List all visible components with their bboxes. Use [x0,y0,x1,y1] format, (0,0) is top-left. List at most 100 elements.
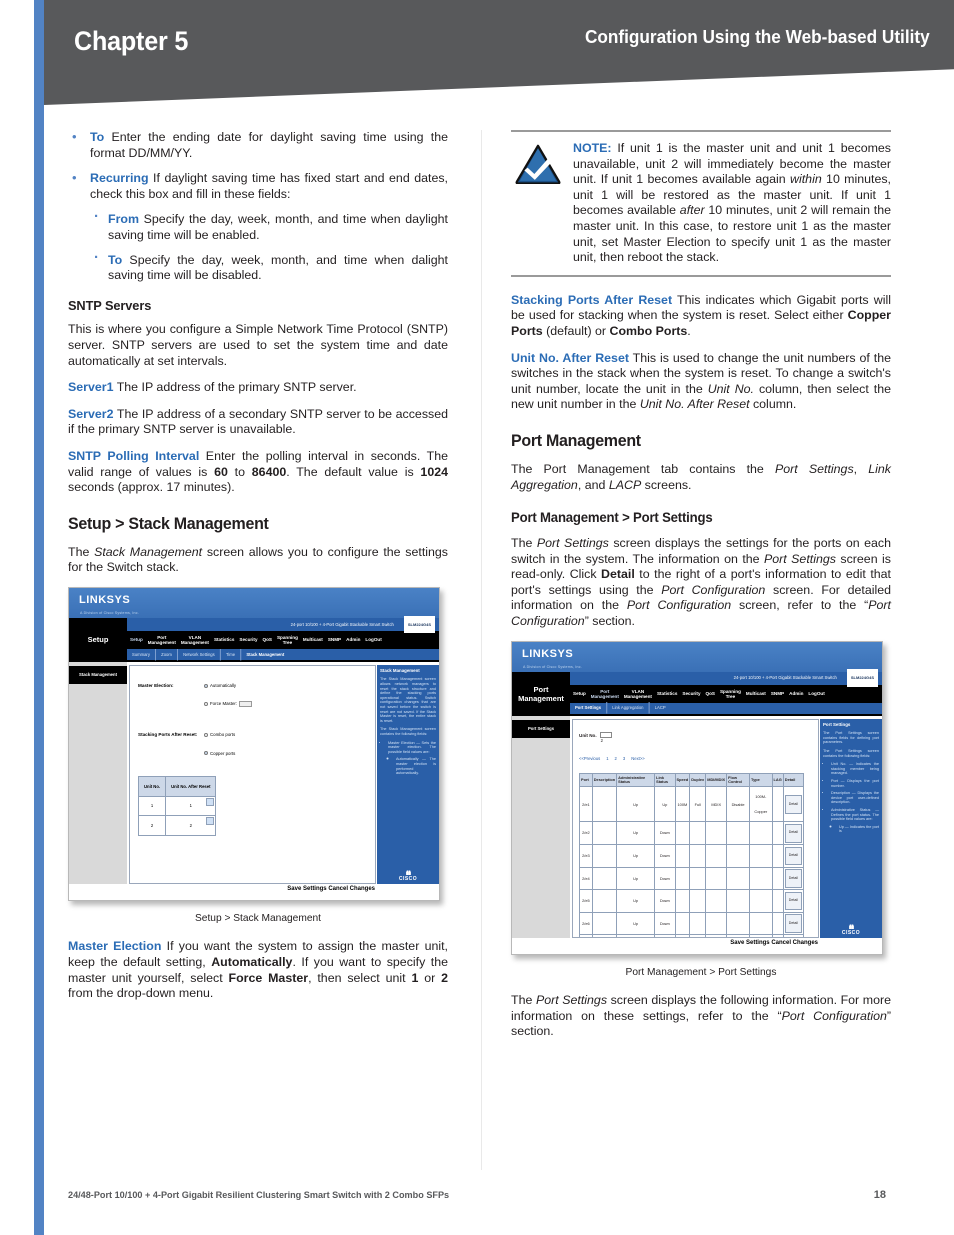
menu-item-statistics[interactable]: Statistics [214,637,234,642]
cell-admin-status[interactable]: Up [616,821,656,846]
submenu-item-time[interactable]: Time [226,647,235,663]
cell-detail[interactable]: Detail [782,786,805,823]
cell-unit-no-after-reset[interactable]: 2 [165,815,217,837]
menu-item-qos[interactable]: QoS [263,637,272,642]
menu-item-statistics[interactable]: Statistics [657,691,677,696]
cell-mdi [705,821,728,846]
column-header-flow-control: Flow Control [726,772,751,788]
menu-item-admin[interactable]: Admin [346,637,360,642]
radio-row-combo-ports[interactable]: Combo ports [204,727,235,743]
radio-row-copper-ports[interactable]: Copper ports [204,746,235,762]
menu-item-logout[interactable]: LogOut [808,691,824,696]
menu-item-port-management[interactable]: Port Management [148,635,176,645]
submenu-item-port-settings[interactable]: Port Settings [575,700,601,716]
submenu-item-lacp[interactable]: LACP [655,700,666,716]
cell-description [591,911,618,936]
menu-item-port-management[interactable]: Port Management [591,689,619,699]
shot-sub-menu[interactable]: Port Settings | Link Aggregation | LACP [570,700,882,716]
pager-previous[interactable]: <<Previous [579,751,600,767]
pager-page-3[interactable]: 3 [623,751,625,767]
label-master-election: Master Election: [138,682,174,688]
menu-item-spanning-tree[interactable]: Spanning Tree [277,635,298,645]
select-force-master-unit[interactable] [239,701,253,708]
cell-detail[interactable]: Detail [782,889,805,913]
menu-item-vlan-management[interactable]: VLAN Management [624,689,652,699]
pagination[interactable]: <<Previous 1 2 3 Next>> [579,751,812,767]
cell-detail[interactable]: Detail [782,866,805,891]
menu-item-setup[interactable]: Setup [573,691,586,696]
menu-item-snmp[interactable]: SNMP [771,691,784,696]
label-sntp-polling-interval: SNTP Polling Interval [68,448,200,463]
cell-link-status: Down [654,821,676,846]
sidebar-item-port-settings[interactable]: Port Settings [512,719,570,739]
shot-model-text: 24-port 10/100 + 4-Port Gigabit Stackabl… [733,675,837,681]
pager-page-2[interactable]: 2 [615,751,617,767]
cell-unit-no-after-reset[interactable]: 1 [165,795,217,817]
cell-admin-status[interactable]: Up [616,786,656,823]
column-header-description: Description [591,772,618,788]
cell-detail[interactable]: Detail [782,821,805,846]
unit-selector[interactable]: Unit No. 2 [579,728,812,743]
list-item: Unit No. — Indicates the stacking member… [831,762,879,776]
form-row-stacking-ports: Stacking Ports After Reset: Combo ports … [138,727,367,764]
detail-button[interactable]: Detail [784,823,802,843]
detail-button[interactable]: Detail [784,869,802,888]
cell-detail[interactable]: Detail [782,844,805,868]
cell-admin-status[interactable]: Up [616,844,656,868]
cell-description [591,786,618,823]
radio-row-force-master[interactable]: Force Master: [204,696,253,712]
cisco-wordmark: CISCO [841,930,861,937]
sidebar-item-stack-management[interactable]: Stack Management [69,665,127,685]
menu-item-vlan-management[interactable]: VLAN Management [181,635,209,645]
save-cancel-buttons[interactable]: Save Settings Cancel Changes [287,882,375,898]
text-polling-2: to [227,464,252,479]
pager-page-1[interactable]: 1 [606,751,608,767]
detail-button[interactable]: Detail [784,795,802,814]
column-header-unit-no: Unit No. [137,776,167,797]
submenu-item-network-settings[interactable]: Network Settings [183,647,215,663]
submenu-item-stack-management[interactable]: Stack Management [246,647,284,663]
menu-item-setup[interactable]: Setup [130,637,143,642]
figure-port-settings: LINKSYS A Division of Cisco Systems, Inc… [511,640,891,981]
shot-sidebar: Port Settings [512,715,570,938]
menu-item-admin[interactable]: Admin [789,691,803,696]
shot-sub-menu[interactable]: Summary | Zoom | Network Settings | Time | S… [127,646,439,663]
cell-admin-status[interactable]: Up [616,911,656,936]
detail-button[interactable]: Detail [784,914,802,933]
cell-admin-status[interactable]: Up [616,889,656,913]
menu-item-logout[interactable]: LogOut [365,637,381,642]
em-ps-3: Port Configuration [661,582,766,597]
menu-item-security[interactable]: Security [682,691,700,696]
menu-item-multicast[interactable]: Multicast [303,637,323,642]
pager-next[interactable]: Next>> [631,751,645,767]
select-unit-no[interactable]: 2 [599,732,612,743]
menu-item-security[interactable]: Security [239,637,257,642]
radio-row-automatically[interactable]: Automatically [204,678,252,694]
cell-detail[interactable]: Detail [782,911,805,936]
menu-item-qos[interactable]: QoS [706,691,715,696]
submenu-item-zoom[interactable]: Zoom [161,647,172,663]
radio-icon-combo-ports[interactable] [204,732,208,737]
radio-icon-force-master[interactable] [204,702,208,707]
text-pm-4: screens. [641,477,692,492]
menu-item-spanning-tree[interactable]: Spanning Tree [720,689,741,699]
em-closing-1: Port Settings [535,993,608,1008]
save-cancel-buttons[interactable]: Save Settings Cancel Changes [730,936,818,952]
note-em-within: within [790,172,822,187]
menu-item-snmp[interactable]: SNMP [328,637,341,642]
detail-button[interactable]: Detail [784,846,802,866]
column-header-link-status: Link Status [654,772,676,788]
paragraph-sntp-intro: This is where you configure a Simple Net… [68,322,448,368]
submenu-item-summary[interactable]: Summary [132,647,150,663]
help-paragraph-1: The Stack Management screen allows netwo… [380,677,436,723]
submenu-item-link-aggregation[interactable]: Link Aggregation [612,700,643,716]
text-stacking-2: (default) or [542,323,610,338]
radio-icon-copper-ports[interactable] [204,751,208,756]
cell-admin-status[interactable]: Up [616,866,656,891]
cell-type [749,911,773,936]
radio-icon-automatically[interactable] [204,683,208,688]
submenu-separator: | [218,646,222,661]
detail-button[interactable]: Detail [784,891,802,911]
cell-flow-control [726,866,751,891]
menu-item-multicast[interactable]: Multicast [746,691,766,696]
